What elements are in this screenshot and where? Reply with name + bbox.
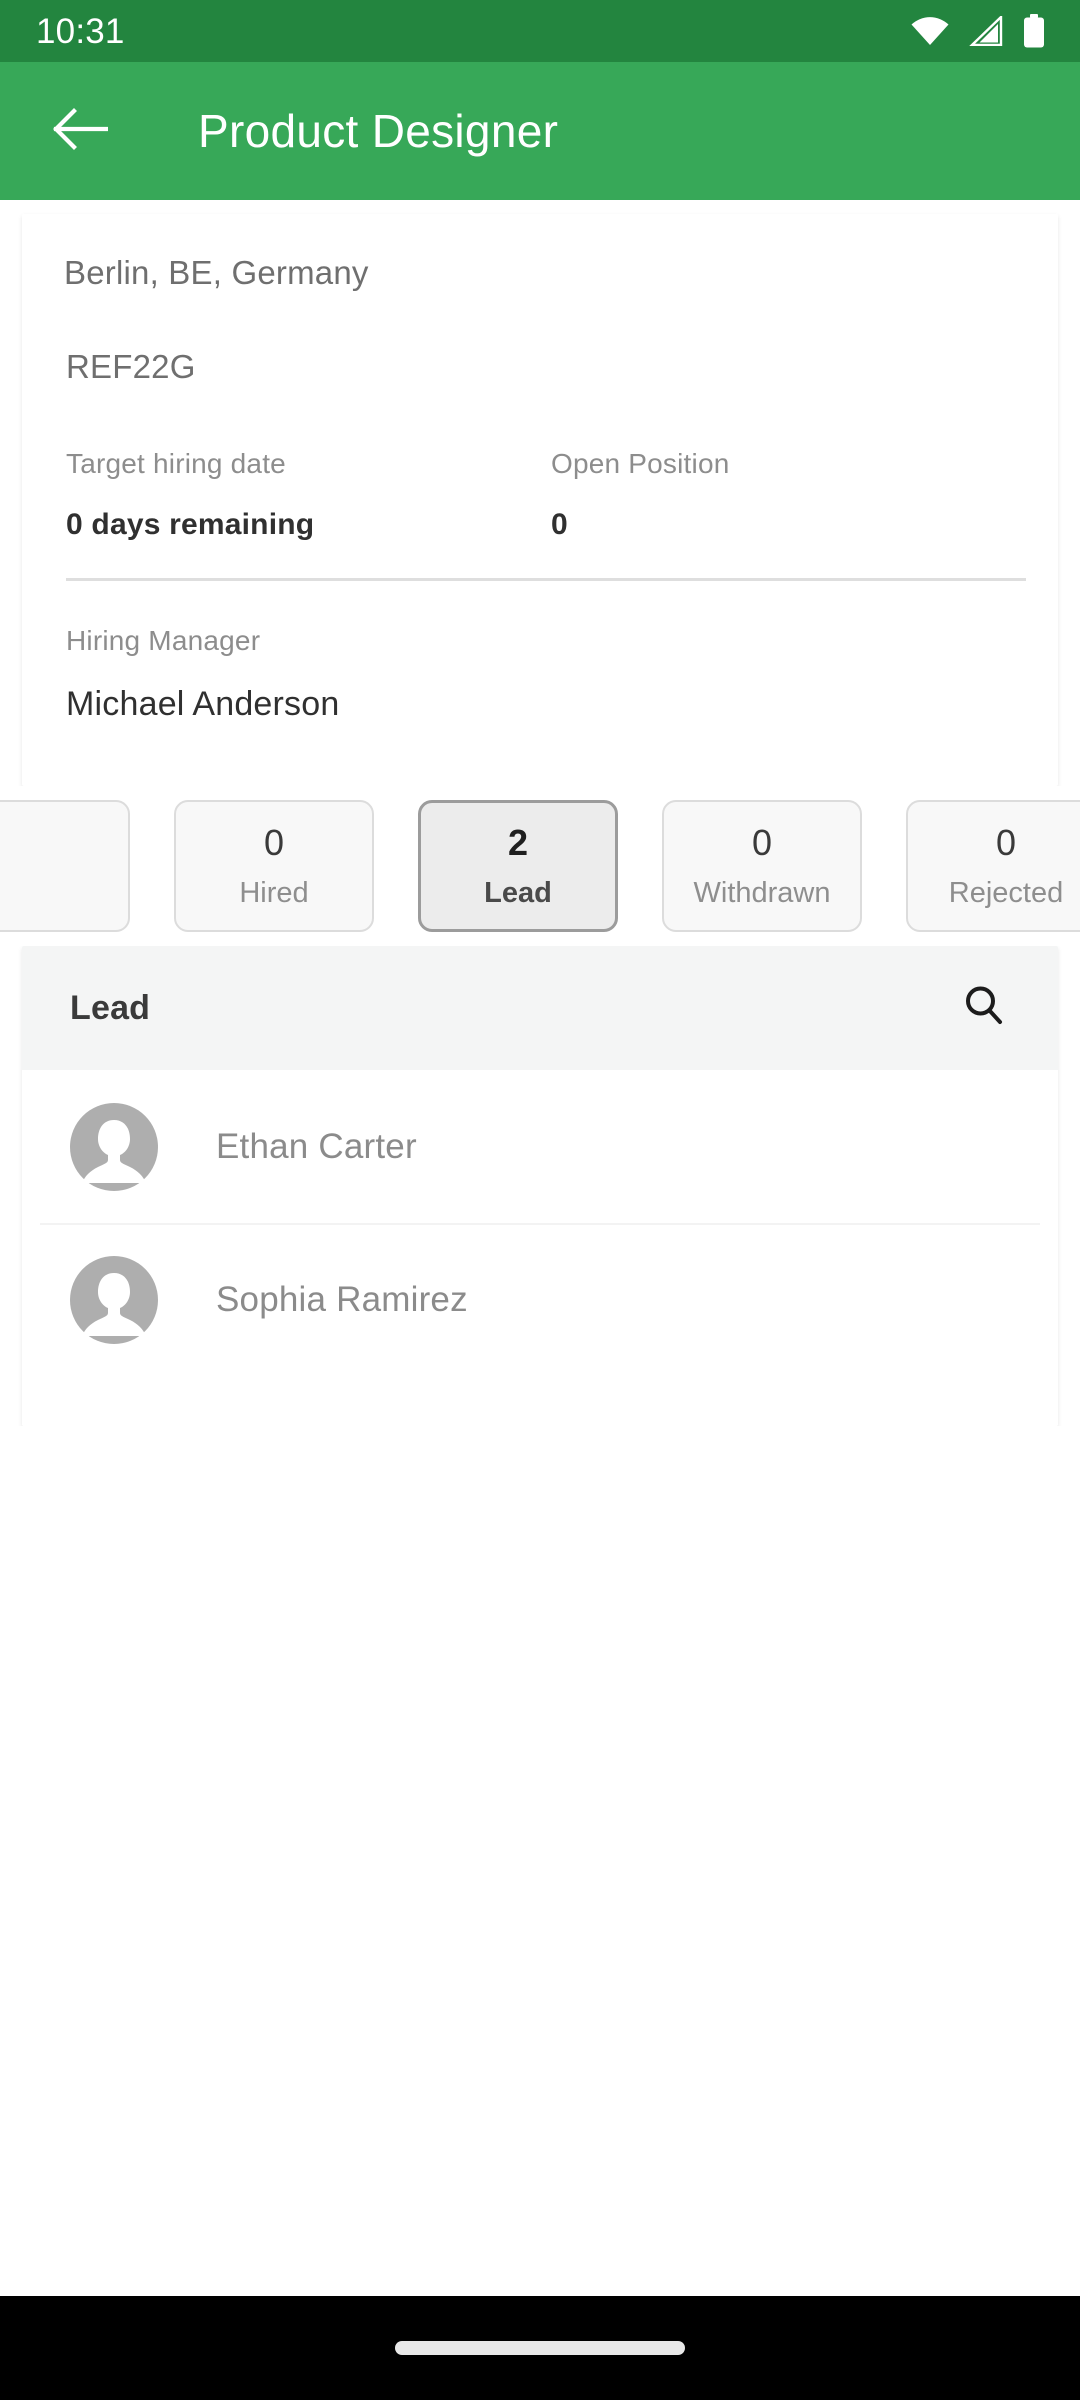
stat-value: 0 [551, 508, 568, 541]
person-name: Sophia Ramirez [216, 1279, 468, 1319]
person-avatar-icon [70, 1255, 158, 1344]
stage-chip-withdrawn[interactable]: 0 Withdrawn [662, 800, 862, 932]
candidate-list-card: Lead Ethan Carter Sophia Ramirez [22, 946, 1058, 1426]
stage-chip-count: 0 [995, 821, 1017, 863]
stage-chips-scroller[interactable]: 0 Hired 2 Lead 0 Withdrawn 0 Rejected [0, 786, 1080, 946]
list-item[interactable]: Ethan Carter [22, 1070, 1058, 1223]
stage-chip-count: 0 [263, 821, 285, 863]
job-location: Berlin, BE, Germany [64, 254, 369, 291]
back-arrow-icon [52, 106, 109, 157]
stat-label: Open Position [551, 448, 730, 479]
list-bottom-spacer [22, 1376, 1058, 1426]
wifi-icon [910, 16, 950, 46]
card-bottom-spacer [44, 724, 1036, 786]
person-avatar-icon [70, 1102, 158, 1191]
stage-chip-label: Rejected [948, 876, 1064, 909]
stage-chip-count: 2 [507, 821, 529, 863]
list-item[interactable]: Sophia Ramirez [22, 1223, 1058, 1376]
stat-value: 0 days remaining [66, 508, 315, 541]
back-button[interactable] [44, 95, 116, 167]
search-button[interactable] [952, 976, 1016, 1040]
job-info-card: Berlin, BE, Germany REF22G Target hiring… [22, 214, 1058, 786]
home-indicator-pill[interactable] [395, 2341, 685, 2355]
battery-icon [1022, 14, 1046, 48]
stage-chip-count: 0 [751, 821, 773, 863]
job-reference: REF22G [66, 348, 196, 385]
stage-chip-hired[interactable]: 0 Hired [174, 800, 374, 932]
app-bar: Product Designer [0, 62, 1080, 200]
status-bar-icons [910, 14, 1046, 48]
stage-chips-rail: 0 Hired 2 Lead 0 Withdrawn 0 Rejected [0, 786, 1080, 946]
status-bar: 10:31 [0, 0, 1080, 62]
candidate-list-title: Lead [70, 988, 151, 1027]
stage-chip-label: Withdrawn [693, 876, 831, 909]
stat-target-hiring-date: Target hiring date 0 days remaining [66, 448, 551, 542]
stage-chip-label: Lead [484, 876, 552, 909]
stage-chip-lead[interactable]: 2 Lead [418, 800, 618, 932]
stage-chip-partial[interactable] [0, 800, 130, 932]
scroll-content: Berlin, BE, Germany REF22G Target hiring… [0, 200, 1080, 2366]
stat-open-position: Open Position 0 [551, 448, 1036, 542]
job-stats-row: Target hiring date 0 days remaining Open… [44, 386, 1036, 542]
cellular-signal-icon [968, 16, 1004, 46]
page-title: Product Designer [198, 105, 559, 157]
stat-label: Target hiring date [66, 448, 286, 479]
stage-chip-rejected[interactable]: 0 Rejected [906, 800, 1080, 932]
status-bar-clock: 10:31 [36, 11, 125, 51]
search-icon [960, 982, 1008, 1035]
hiring-manager-block: Hiring Manager Michael Anderson [44, 581, 1036, 724]
empty-space [0, 1426, 1080, 2366]
person-name: Ethan Carter [216, 1126, 417, 1166]
system-navigation-bar [0, 2296, 1080, 2400]
hiring-manager-label: Hiring Manager [66, 625, 261, 656]
candidate-list-header: Lead [22, 946, 1058, 1070]
stage-chip-label: Hired [239, 876, 309, 909]
hiring-manager-name: Michael Anderson [66, 685, 340, 723]
